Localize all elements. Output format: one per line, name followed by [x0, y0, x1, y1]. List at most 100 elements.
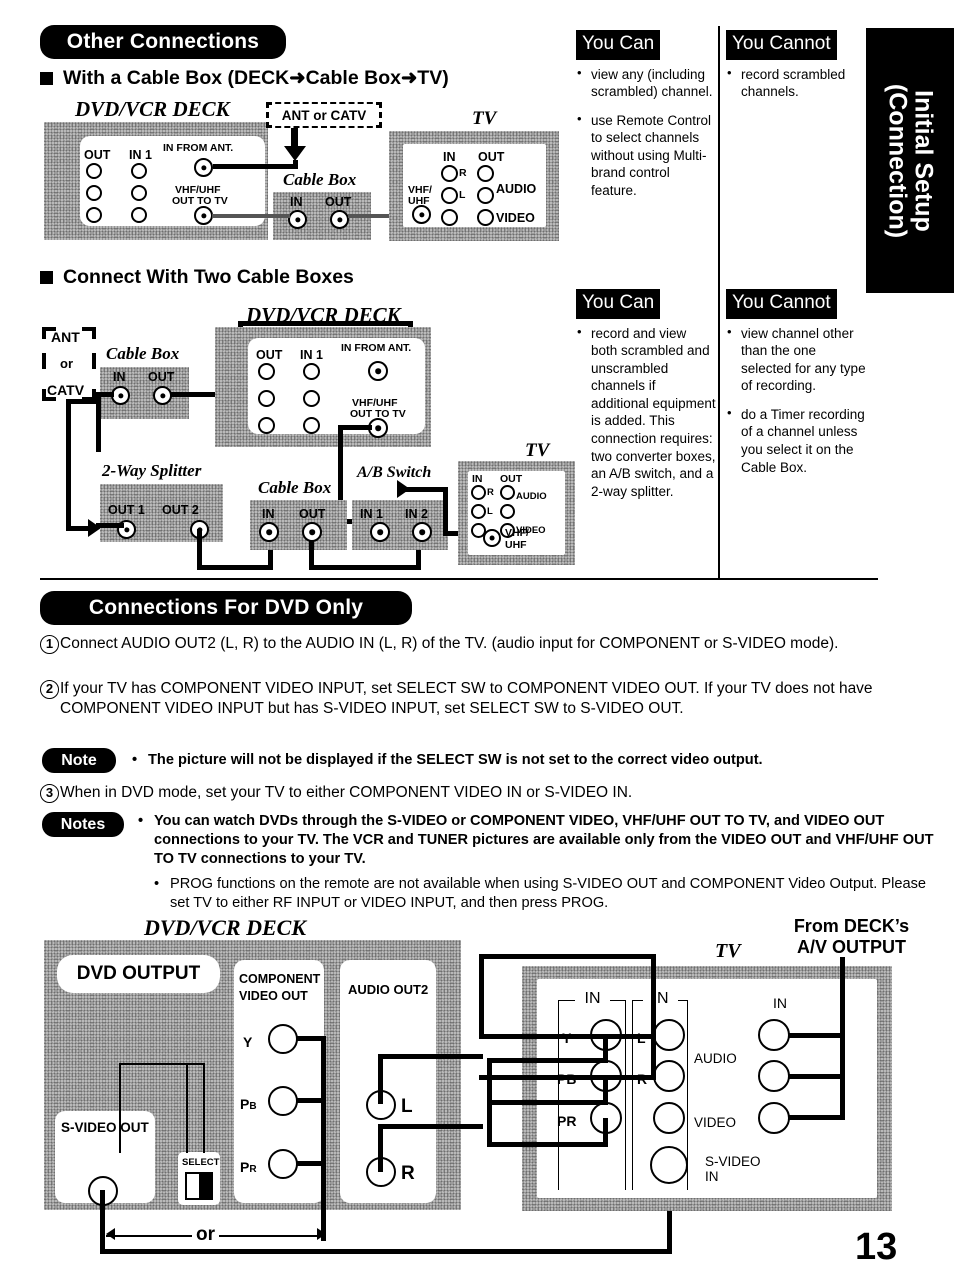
- ab-coax-in2: [412, 522, 432, 542]
- cable-box-label-out: OUT: [325, 195, 352, 209]
- ant-arrow-stem: [291, 128, 298, 148]
- deck-coax-in-from-ant: [368, 361, 388, 381]
- ant-label: ANT: [51, 329, 80, 345]
- tv-title: TV: [715, 940, 741, 962]
- wire-out1-left: [96, 523, 124, 528]
- square-bullet-icon: [40, 71, 53, 85]
- tv-jack-audio-in-r: [441, 165, 458, 182]
- tv-jack-video-out: [477, 209, 494, 226]
- tv-coax-vhf-uhf: [483, 529, 501, 547]
- wire-deck-vhf-left: [338, 425, 372, 430]
- step-text: When in DVD mode, set your TV to either …: [60, 784, 633, 801]
- deck-title: DVD/VCR DECK: [246, 303, 401, 327]
- cable-box-title: Cable Box: [106, 344, 180, 363]
- tv-label-vhf: VHF/: [505, 527, 529, 539]
- audio-out2-label: AUDIO OUT2: [348, 982, 429, 997]
- tv-jack-audio-r: [653, 1060, 685, 1092]
- you-cannot-block-1: You Cannot record scrambled channels.: [726, 30, 866, 112]
- tv-jack-audio-l: [653, 1019, 685, 1051]
- you-can-list: view any (including scrambled) channel. …: [576, 65, 714, 200]
- tv-title: TV: [525, 440, 550, 461]
- tv-label-l: L: [459, 189, 466, 201]
- you-cannot-title: You Cannot: [726, 289, 837, 319]
- or-label: or: [60, 356, 73, 371]
- wire-tv-y-run: [491, 1058, 608, 1063]
- wire-out2-down: [197, 529, 202, 569]
- other-connections-header: Other Connections: [40, 25, 286, 59]
- deck-label-in-from-ant: IN FROM ANT.: [341, 342, 412, 354]
- dvd-step-2: 2 If your TV has COMPONENT VIDEO INPUT, …: [40, 679, 895, 720]
- cable-box-title-2: Cable Box: [258, 478, 332, 497]
- s-video-out-label: S-VIDEO OUT: [61, 1120, 149, 1135]
- you-can-title: You Can: [576, 289, 661, 319]
- list-item: view channel other than the one selected…: [726, 324, 868, 395]
- deck-jack: [303, 363, 320, 380]
- deck-label-in-from-ant: IN FROM ANT.: [163, 142, 234, 154]
- wire-component-bus: [321, 1036, 326, 1241]
- cable-box-coax-out: [330, 210, 349, 229]
- tv-label-l: L: [487, 506, 493, 517]
- step-number: 2: [40, 680, 59, 699]
- manual-page: Initial Setup (Connection) Other Connect…: [0, 0, 954, 1279]
- tv-jack-audio-in-r: [471, 485, 486, 500]
- step-text: Connect AUDIO OUT2 (L, R) to the AUDIO I…: [60, 635, 839, 652]
- dvd-only-header: Connections For DVD Only: [40, 591, 412, 625]
- select-switch-body[interactable]: [185, 1172, 213, 1200]
- component-pr-label: PR: [240, 1159, 257, 1175]
- wire-tv-audio-riser: [651, 954, 656, 1080]
- wire-deck-audio-top: [479, 954, 656, 959]
- subheading-with-a-cable-box: With a Cable Box (DECK➜Cable Box➜TV): [40, 66, 449, 90]
- wire-deck-audio-r-to-tv: [479, 1075, 655, 1080]
- you-can-list: record and view both scrambled and unscr…: [576, 324, 716, 500]
- component-pb-label: PB: [240, 1096, 257, 1112]
- tv-label-r: R: [487, 487, 494, 498]
- from-deck-line2: A/V OUTPUT: [796, 936, 906, 957]
- tv-audio-in-label: IN: [643, 990, 678, 1007]
- cable-box2-label-in: IN: [262, 507, 275, 521]
- wire-svideo-right: [100, 1249, 672, 1254]
- page-number: 13: [855, 1226, 898, 1268]
- ant-catv-label: ANT or CATV: [272, 104, 376, 126]
- note-text-body: The picture will not be displayed if the…: [148, 752, 763, 768]
- wire-deck-audio-riser: [479, 954, 484, 1039]
- component-label-line2: VIDEO OUT: [239, 989, 308, 1003]
- notes-badge: Notes: [42, 812, 124, 837]
- cable-box-label-out: OUT: [148, 370, 175, 384]
- from-deck-av-output-label: From DECK’s A/V OUTPUT: [779, 916, 924, 957]
- deck-coax-vhf-out: [194, 206, 213, 225]
- from-deck-line1: From DECK’s: [793, 916, 910, 936]
- select-leader-left: [119, 1063, 121, 1153]
- tv-label-uhf: UHF: [505, 539, 527, 551]
- cable-box-coax-in: [288, 210, 307, 229]
- ab-label-in2: IN 2: [405, 507, 428, 521]
- subheading-two-cable-boxes: Connect With Two Cable Boxes: [40, 266, 354, 289]
- deck-label-in1: IN 1: [300, 348, 323, 362]
- select-leader-top-left: [119, 1063, 205, 1065]
- side-tab-line1: Initial Setup: [909, 89, 938, 232]
- ab-coax-in1: [370, 522, 390, 542]
- wire-audio-l-up: [378, 1054, 383, 1104]
- you-can-block-2: You Can record and view both scrambled a…: [576, 289, 716, 511]
- deck-title: DVD/VCR DECK: [144, 915, 306, 940]
- component-jack-pr: [268, 1149, 298, 1179]
- notes-text-2: • PROG functions on the remote are not a…: [154, 875, 944, 913]
- cable-box-title: Cable Box: [283, 170, 357, 189]
- you-cannot-list: view channel other than the one selected…: [726, 324, 868, 476]
- you-cannot-block-2: You Cannot view channel other than the o…: [726, 289, 868, 487]
- catv-label: CATV: [47, 382, 85, 398]
- tv-jack-audio-out-r: [500, 485, 515, 500]
- ab-switch-title: A/B Switch: [357, 464, 432, 481]
- audio-label-r: R: [401, 1163, 415, 1184]
- dvd-step-3: 3 When in DVD mode, set your TV to eithe…: [40, 783, 885, 803]
- select-leader-right: [203, 1063, 205, 1153]
- audio-label-l: L: [401, 1096, 413, 1117]
- side-index-tab: Initial Setup (Connection): [866, 28, 954, 293]
- deck-title: DVD/VCR DECK: [75, 97, 230, 121]
- you-can-block-1: You Can view any (including scrambled) c…: [576, 30, 714, 211]
- deck-jack: [86, 163, 102, 179]
- wire-cb2-out-right: [309, 565, 421, 570]
- select-switch-toggle[interactable]: [199, 1174, 211, 1198]
- notes-text-1-body: You can watch DVDs through the S-VIDEO o…: [154, 813, 934, 867]
- tv-jack-audio-out-r: [477, 165, 494, 182]
- splitter-label-out1: OUT 1: [108, 503, 145, 517]
